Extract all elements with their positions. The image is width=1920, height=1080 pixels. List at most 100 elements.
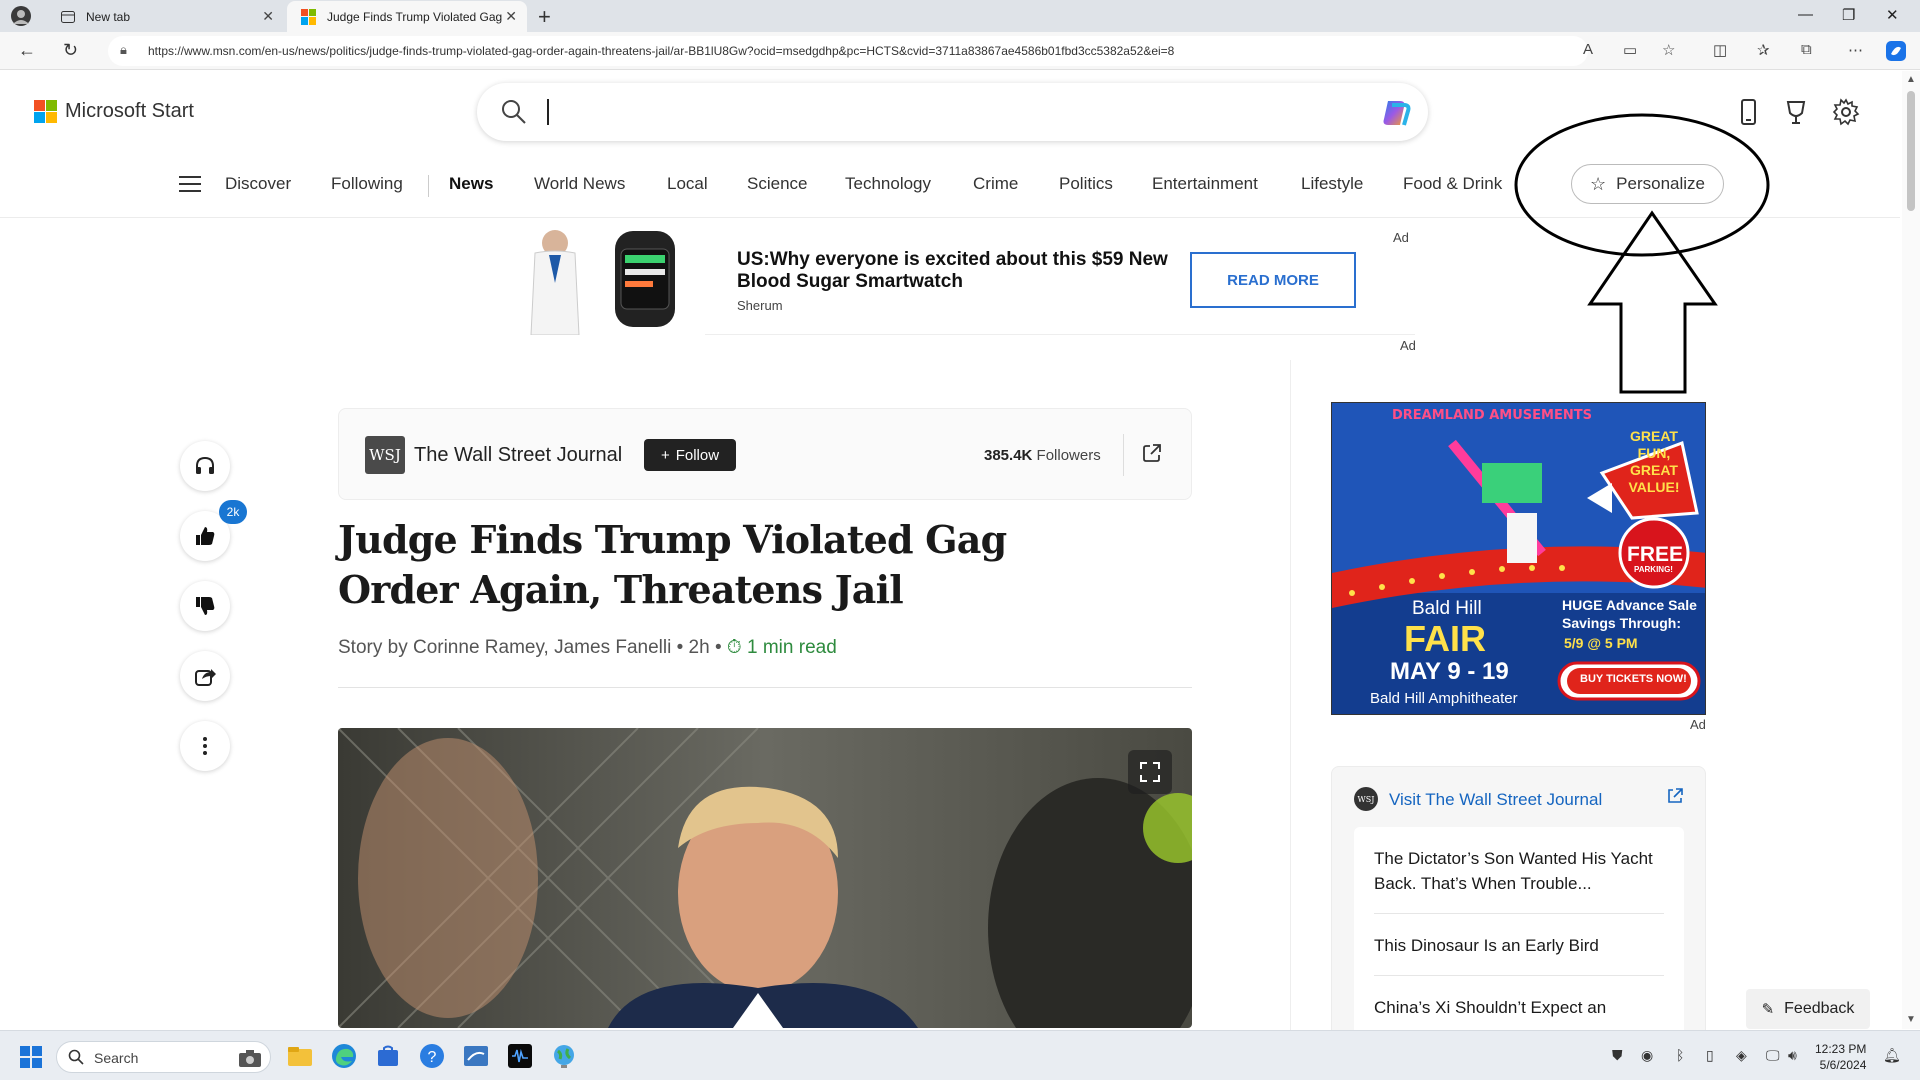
page-scrollbar[interactable]: ▲ ▼ [1902, 71, 1920, 1029]
fair-ad-dates: MAY 9 - 19 [1390, 658, 1509, 685]
nav-science[interactable]: Science [747, 174, 807, 194]
hamburger-menu-icon[interactable] [179, 176, 201, 197]
external-link-icon[interactable] [1665, 786, 1685, 806]
publisher-name[interactable]: The Wall Street Journal [414, 444, 622, 467]
read-more-button[interactable]: READ MORE [1190, 252, 1356, 308]
tab-new-tab[interactable]: New tab ✕ [46, 1, 284, 32]
taskbar-search[interactable]: Search [56, 1041, 271, 1073]
headphones-icon [196, 456, 214, 474]
bluetooth-tray-icon[interactable]: ᛒ [1676, 1047, 1684, 1063]
svg-text:?: ? [428, 1049, 437, 1066]
search-box[interactable] [477, 83, 1428, 141]
article-hero-image[interactable] [338, 728, 1192, 1028]
nav-local[interactable]: Local [667, 174, 708, 194]
rewards-trophy-icon[interactable] [1781, 97, 1811, 127]
help-icon[interactable]: ? [418, 1042, 446, 1070]
listen-button[interactable] [180, 441, 230, 491]
scroll-thumb[interactable] [1907, 91, 1915, 211]
nav-news[interactable]: News [449, 174, 493, 194]
nav-food-drink[interactable]: Food & Drink [1403, 174, 1502, 194]
site-info-lock-icon[interactable]: 🔒︎ [120, 42, 127, 58]
ad-headline[interactable]: US:Why everyone is excited about this $5… [737, 249, 1197, 293]
favorite-star-icon[interactable]: ☆ [1662, 41, 1675, 59]
minimize-icon[interactable]: — [1798, 6, 1813, 23]
search-input[interactable] [547, 97, 1347, 127]
search-icon[interactable] [499, 97, 529, 127]
refresh-icon[interactable]: ↻ [63, 40, 78, 61]
visit-publisher-link[interactable]: Visit The Wall Street Journal [1389, 790, 1602, 810]
read-aloud-icon[interactable]: A [1583, 41, 1593, 58]
network-tray-icon[interactable]: 🖵︎ [1766, 1047, 1780, 1064]
more-menu-icon[interactable]: ⋯ [1848, 41, 1863, 59]
close-tab-icon[interactable]: ✕ [505, 8, 517, 25]
nav-entertainment[interactable]: Entertainment [1152, 174, 1258, 194]
close-window-icon[interactable]: ✕ [1886, 6, 1899, 24]
nav-discover[interactable]: Discover [225, 174, 291, 194]
thumbs-down-icon [196, 597, 215, 615]
edge-browser-icon[interactable] [330, 1042, 358, 1070]
back-arrow-icon[interactable]: ← [18, 40, 36, 61]
dislike-button[interactable] [180, 581, 230, 631]
share-button[interactable] [180, 651, 230, 701]
url-field[interactable]: 🔒︎ https://www.msn.com/en-us/news/politi… [108, 36, 1588, 66]
mysql-workbench-icon[interactable] [462, 1042, 490, 1070]
feedback-button[interactable]: ✎ Feedback [1746, 989, 1870, 1029]
publisher-card: WSJ The Wall Street Journal + Follow 385… [338, 408, 1192, 500]
settings-gear-icon[interactable] [1831, 97, 1861, 127]
globe-app-icon[interactable] [550, 1042, 578, 1070]
volume-tray-icon[interactable]: 🔊︎ [1788, 1047, 1797, 1064]
related-story[interactable]: China’s Xi Shouldn’t Expect an [1374, 976, 1664, 1037]
favorites-icon[interactable]: ✰ [1757, 41, 1770, 59]
read-time-label: 1 min read [747, 637, 837, 658]
tab-article[interactable]: Judge Finds Trump Violated Gag ✕ [287, 1, 527, 32]
start-windows-icon[interactable] [20, 1046, 42, 1068]
nav-politics[interactable]: Politics [1059, 174, 1113, 194]
top-banner-ad[interactable]: US:Why everyone is excited about this $5… [505, 223, 1415, 335]
scroll-up-arrow-icon[interactable]: ▲ [1906, 74, 1916, 85]
msn-favicon-icon [301, 8, 317, 25]
fullscreen-button[interactable] [1128, 750, 1172, 794]
microsoft-start-logo[interactable]: Microsoft Start [34, 100, 194, 123]
wsj-logo[interactable]: WSJ [365, 436, 405, 474]
fair-ad-advance-date: 5/9 @ 5 PM [1564, 635, 1638, 651]
sync-tray-icon[interactable]: ◉ [1641, 1047, 1653, 1064]
microsoft-store-icon[interactable] [374, 1042, 402, 1070]
nav-technology[interactable]: Technology [845, 174, 931, 194]
battery-tray-icon[interactable]: ▯ [1706, 1047, 1714, 1064]
fair-side-ad[interactable]: DREAMLAND AMUSEMENTS GREAT FUN, GREAT VA… [1331, 402, 1706, 715]
scroll-down-arrow-icon[interactable]: ▼ [1906, 1014, 1916, 1025]
fair-ad-parking: PARKING! [1634, 565, 1673, 574]
app-tray-icon[interactable]: ◈ [1736, 1047, 1747, 1064]
nav-crime[interactable]: Crime [973, 174, 1018, 194]
taskbar-clock[interactable]: 12:23 PM 5/6/2024 [1815, 1041, 1866, 1073]
split-screen-icon[interactable]: ◫ [1713, 41, 1727, 59]
external-link-icon[interactable] [1141, 442, 1163, 464]
article-byline: Story by Corinne Ramey, James Fanelli • … [338, 637, 837, 659]
notification-bell-icon[interactable]: 🔔︎ [1883, 1047, 1901, 1064]
more-options-button[interactable] [180, 721, 230, 771]
copilot-icon[interactable] [1378, 95, 1414, 131]
nav-following[interactable]: Following [331, 174, 403, 194]
file-explorer-icon[interactable] [286, 1042, 314, 1070]
taskbar-search-label: Search [94, 1050, 139, 1066]
related-story[interactable]: The Dictator’s Son Wanted His Yacht Back… [1374, 827, 1664, 914]
clock-time: 12:23 PM [1815, 1042, 1867, 1056]
collections-icon[interactable]: ⧉ [1801, 41, 1812, 58]
close-tab-icon[interactable]: ✕ [262, 8, 274, 25]
buy-tickets-button[interactable]: BUY TICKETS NOW! [1580, 673, 1687, 685]
ad-label: Ad [1393, 230, 1409, 245]
nav-lifestyle[interactable]: Lifestyle [1301, 174, 1363, 194]
restore-icon[interactable]: ❐ [1842, 6, 1855, 24]
related-story[interactable]: This Dinosaur Is an Early Bird [1374, 914, 1664, 976]
new-tab-plus-icon[interactable]: + [538, 4, 551, 30]
follow-button[interactable]: + Follow [644, 439, 736, 471]
fair-ad-brand: DREAMLAND AMUSEMENTS [1392, 408, 1592, 423]
audio-app-icon[interactable] [506, 1042, 534, 1070]
malwarebytes-tray-icon[interactable]: ⛊ [1612, 1047, 1623, 1064]
immersive-reader-icon[interactable]: ▭ [1623, 41, 1637, 59]
copilot-sidebar-icon[interactable] [1884, 39, 1908, 63]
new-tab-page-icon [61, 10, 75, 23]
profile-avatar-icon[interactable] [10, 5, 32, 27]
nav-world-news[interactable]: World News [534, 174, 625, 194]
fair-ad-venue: Bald Hill Amphitheater [1370, 690, 1518, 707]
